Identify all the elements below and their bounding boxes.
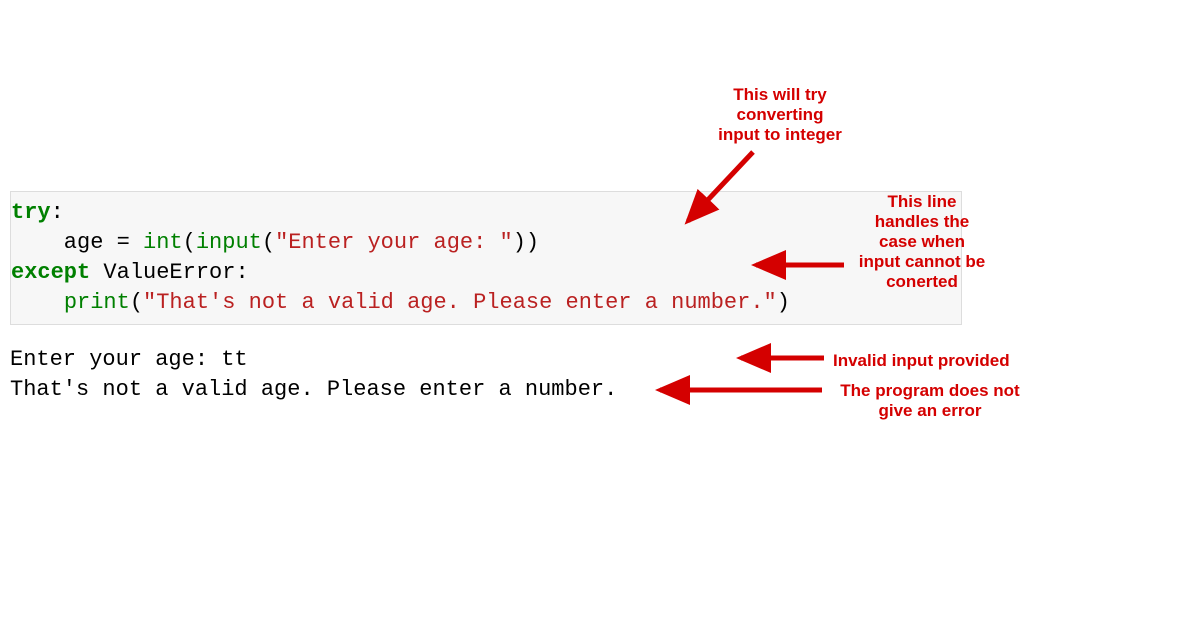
arrow-top-icon [0, 0, 1200, 630]
